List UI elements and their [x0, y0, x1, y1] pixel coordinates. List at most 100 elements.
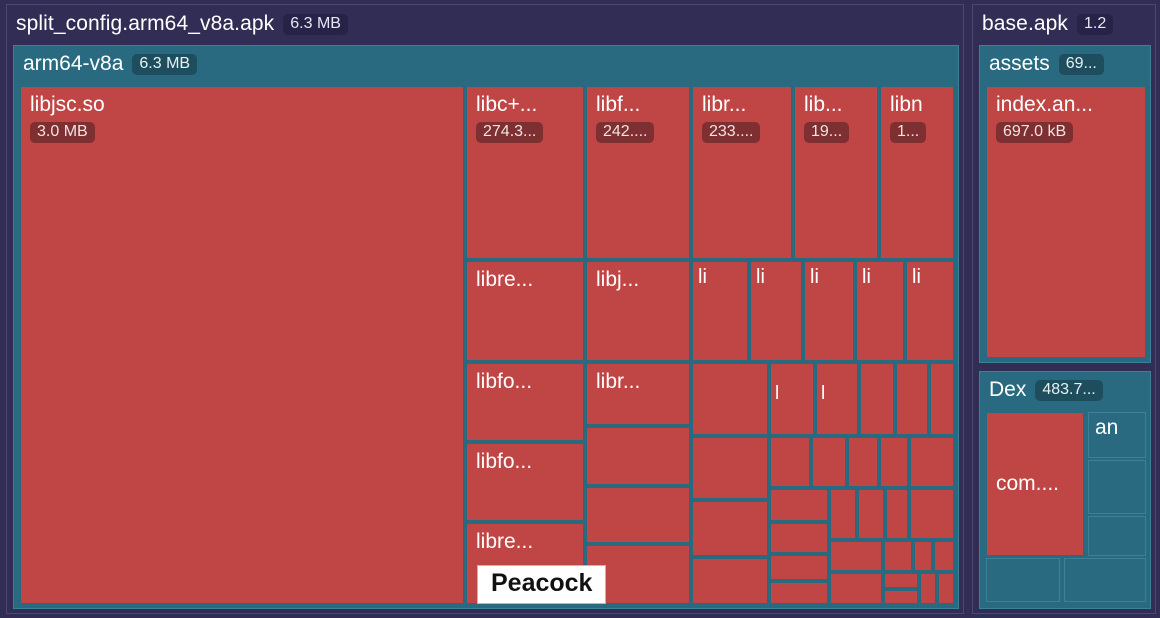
cell-size-badge: 19... — [804, 122, 850, 144]
treemap-cell-libfo-2[interactable]: libfo... — [466, 443, 584, 521]
treemap-cell-unlabeled-17[interactable] — [830, 489, 856, 539]
tooltip-peacock: Peacock — [477, 565, 607, 604]
treemap-cell-unlabeled-26[interactable] — [914, 541, 932, 571]
cell-content: an — [1095, 416, 1143, 439]
apk-title-row-base: base.apk 1.2 — [973, 5, 1157, 43]
cell-size-badge: 233.... — [702, 122, 761, 144]
cell-size-badge: 242.... — [596, 122, 655, 144]
treemap-cell-l-a[interactable]: l — [770, 363, 814, 435]
cell-content: libre... — [476, 268, 581, 291]
treemap-subcell-empty-4[interactable] — [1064, 558, 1146, 602]
cell-name-label: libfo... — [476, 370, 533, 393]
treemap-cell-unlabeled-11[interactable] — [770, 437, 810, 487]
treemap-cell-unlabeled-10[interactable] — [930, 363, 954, 435]
treemap-cell-unlabeled-13[interactable] — [848, 437, 878, 487]
treemap-cell-libre-1[interactable]: libre... — [466, 261, 584, 361]
treemap-cell-unlabeled-16[interactable] — [770, 489, 828, 521]
cell-content: li — [756, 267, 799, 288]
treemap-cell-unlabeled-31[interactable] — [920, 573, 936, 604]
treemap-subcell-empty-3[interactable] — [986, 558, 1060, 602]
group-size-badge: 483.7... — [1035, 379, 1103, 401]
apk-size-badge: 1.2 — [1077, 13, 1114, 35]
cell-content: libjsc.so 3.0 MB — [30, 93, 461, 144]
apk-panel-base[interactable]: base.apk 1.2 assets 69... index.an... 69… — [972, 4, 1156, 614]
treemap-cell-li-b[interactable]: li — [750, 261, 802, 361]
treemap-cell-unlabeled-15[interactable] — [910, 437, 954, 487]
cell-name-label: libc+... — [476, 93, 538, 116]
cell-name-label: libfo... — [476, 450, 533, 473]
treemap-cell-com-package[interactable]: com.... — [986, 412, 1084, 556]
treemap-cell-unlabeled-7[interactable] — [692, 558, 768, 604]
group-dex[interactable]: Dex 483.7... com.... an — [979, 371, 1151, 609]
treemap-cell-li-c[interactable]: li — [804, 261, 854, 361]
cell-size-badge: 3.0 MB — [30, 122, 95, 144]
cell-content: li — [862, 267, 901, 288]
treemap-cell-lib[interactable]: lib... 19... — [794, 86, 878, 259]
treemap-cell-libf[interactable]: libf... 242.... — [586, 86, 690, 259]
cell-name-label: libf... — [596, 93, 641, 116]
cell-content: libfo... — [476, 370, 581, 393]
treemap-cell-unlabeled-4[interactable] — [692, 363, 768, 435]
treemap-cell-unlabeled-12[interactable] — [812, 437, 846, 487]
cell-name-label: li — [756, 266, 765, 288]
cell-name-label: libre... — [476, 268, 534, 291]
group-header-assets: assets 69... — [980, 46, 1150, 82]
treemap-cell-unlabeled-22[interactable] — [770, 555, 828, 580]
treemap-cell-unlabeled-19[interactable] — [886, 489, 908, 539]
cell-name-label: libr... — [596, 370, 641, 393]
treemap-cell-unlabeled-2[interactable] — [586, 487, 690, 543]
treemap-cell-unlabeled-23[interactable] — [770, 582, 828, 604]
treemap-cell-unlabeled-24[interactable] — [830, 541, 882, 571]
treemap-cell-unlabeled-29[interactable] — [884, 573, 918, 588]
treemap-cell-unlabeled-21[interactable] — [770, 523, 828, 553]
treemap-cell-unlabeled-30[interactable] — [884, 590, 918, 604]
group-title-label: Dex — [989, 378, 1027, 401]
cell-content: libf... 242.... — [596, 93, 687, 144]
treemap-cell-unlabeled-32[interactable] — [938, 573, 954, 604]
cell-content: libn 1... — [890, 93, 951, 144]
cell-content: libre... — [476, 530, 581, 553]
treemap-subcell-empty-1[interactable] — [1088, 460, 1146, 514]
group-assets[interactable]: assets 69... index.an... 697.0 kB — [979, 45, 1151, 363]
treemap-cell-unlabeled-20[interactable] — [910, 489, 954, 539]
treemap-subcell-an[interactable]: an — [1088, 412, 1146, 458]
apk-title-label: split_config.arm64_v8a.apk — [16, 12, 275, 35]
cell-name-label: libn — [890, 93, 923, 116]
treemap-cell-unlabeled-18[interactable] — [858, 489, 884, 539]
cell-name-label: an — [1095, 416, 1119, 439]
cell-name-label: com.... — [996, 472, 1060, 495]
group-arm64-v8a[interactable]: arm64-v8a 6.3 MB libjsc.so 3.0 MB libc+.… — [13, 45, 959, 609]
treemap-cell-li-d[interactable]: li — [856, 261, 904, 361]
treemap-cell-unlabeled-6[interactable] — [692, 501, 768, 556]
treemap-cell-libcpp[interactable]: libc+... 274.3... — [466, 86, 584, 259]
cell-name-label: libj... — [596, 268, 640, 291]
cell-size-badge: 1... — [890, 122, 927, 144]
treemap-cell-unlabeled-25[interactable] — [884, 541, 912, 571]
treemap-cell-unlabeled-9[interactable] — [896, 363, 928, 435]
cell-name-label: libr... — [702, 93, 747, 116]
treemap-cell-libn[interactable]: libn 1... — [880, 86, 954, 259]
treemap-cell-libr-2[interactable]: libr... — [586, 363, 690, 425]
treemap-cell-index-android-bundle[interactable]: index.an... 697.0 kB — [986, 86, 1146, 358]
treemap-cell-li-e[interactable]: li — [906, 261, 954, 361]
treemap-cell-unlabeled-8[interactable] — [860, 363, 894, 435]
treemap-cell-unlabeled-14[interactable] — [880, 437, 908, 487]
treemap-cell-li-a[interactable]: li — [692, 261, 748, 361]
treemap-cell-libjsc[interactable]: libjsc.so 3.0 MB — [20, 86, 464, 604]
treemap-cell-unlabeled-1[interactable] — [586, 427, 690, 485]
treemap-cell-libfo-1[interactable]: libfo... — [466, 363, 584, 441]
treemap-subcell-empty-2[interactable] — [1088, 516, 1146, 556]
treemap-cell-libr[interactable]: libr... 233.... — [692, 86, 792, 259]
treemap-cell-unlabeled-28[interactable] — [830, 573, 882, 604]
group-header-arm64-v8a: arm64-v8a 6.3 MB — [14, 46, 958, 82]
treemap-canvas: split_config.arm64_v8a.apk 6.3 MB arm64-… — [0, 0, 1160, 618]
cell-name-label: lib... — [804, 93, 843, 116]
treemap-cell-l-b[interactable]: l — [816, 363, 858, 435]
treemap-cell-unlabeled-27[interactable] — [934, 541, 954, 571]
treemap-cell-unlabeled-5[interactable] — [692, 437, 768, 499]
treemap-cell-libj-1[interactable]: libj... — [586, 261, 690, 361]
group-title-label: assets — [989, 52, 1050, 75]
cell-content: li — [810, 267, 851, 288]
apk-panel-split-config[interactable]: split_config.arm64_v8a.apk 6.3 MB arm64-… — [6, 4, 964, 614]
apk-title-label: base.apk — [982, 12, 1069, 35]
